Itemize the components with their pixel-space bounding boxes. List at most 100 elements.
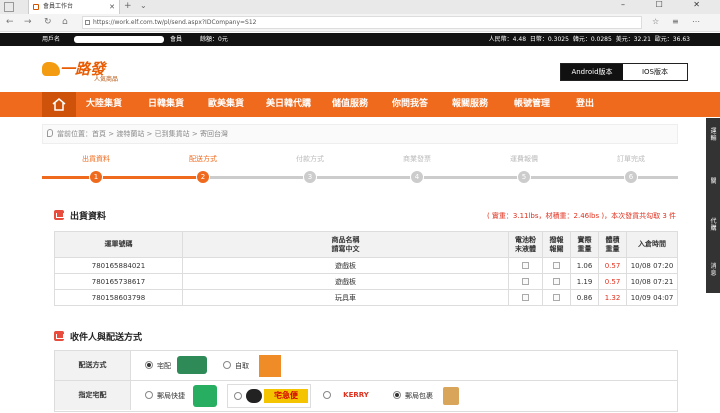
delivery-section-title: 收件人與配送方式 — [70, 333, 143, 343]
carrier-label: 指定宅配 — [55, 381, 131, 410]
shipment-table: 運單號碼 商品名稱 請寫中文 電池粉 末液體 撥報 報關 實際 重量 體積 重量… — [54, 231, 678, 306]
tracking-number: 780165738617 — [54, 273, 183, 290]
tab-title: 會員工作台 — [43, 3, 74, 10]
nav-japan-korea-consolidation[interactable]: 日韓集貨 — [148, 92, 184, 117]
battery-checkbox[interactable] — [522, 278, 529, 285]
delivery-method-label: 配送方式 — [55, 351, 131, 380]
tracking-number: 780158603798 — [54, 289, 183, 306]
step-circle-1: 1 — [89, 170, 103, 184]
post-express-radio[interactable] — [145, 391, 153, 399]
carrier-row: 指定宅配 郵局快捷 宅急便 KERRY 郵局包裹 — [55, 381, 677, 411]
product-name: 遊戲板 — [182, 273, 509, 290]
browser-tab-bar: 會員工作台 ✕ + ⌄ – ☐ ✕ — [0, 0, 720, 14]
nav-china-consolidation[interactable]: 大陸集貨 — [86, 92, 122, 117]
home-icon[interactable]: ⌂ — [62, 17, 68, 27]
kerry-radio[interactable] — [323, 391, 331, 399]
new-tab-icon[interactable]: + — [124, 1, 132, 11]
refresh-icon[interactable]: ↻ — [44, 17, 52, 27]
android-app-button[interactable]: Android版本 — [561, 64, 623, 80]
col-actual-weight: 實際 重量 — [570, 231, 599, 258]
customs-cell — [542, 273, 571, 290]
home-nav-icon — [52, 98, 66, 111]
url-text: https://work.elf.com.tw/pl/send.aspx?IDC… — [93, 19, 257, 26]
home-delivery-radio[interactable] — [145, 361, 153, 369]
tcat-option[interactable]: 宅急便 — [227, 384, 311, 408]
step-label-3: 付款方式 — [296, 155, 324, 163]
battery-checkbox[interactable] — [522, 262, 529, 269]
reading-list-icon[interactable]: ≡ — [672, 17, 679, 26]
nav-faq[interactable]: 你問我答 — [392, 92, 428, 117]
actual-weight: 0.86 — [570, 289, 599, 306]
mascot-icon — [42, 62, 60, 76]
volume-weight: 1.32 — [598, 289, 627, 306]
post-parcel-radio[interactable] — [393, 391, 401, 399]
sidebar-item-shipping[interactable]: 運輸 — [709, 128, 718, 142]
right-floating-sidebar: 運輸 關 代購 消息 — [706, 118, 720, 293]
back-icon[interactable]: ← — [6, 17, 14, 27]
table-row: 780158603798 玩具車 0.86 1.32 10/09 04:07 — [54, 289, 678, 306]
step-circle-6: 6 — [624, 170, 638, 184]
post-parcel-label[interactable]: 郵局包裹 — [405, 391, 433, 401]
favorites-icon[interactable]: ☆ — [652, 17, 659, 26]
sidebar-item-news[interactable]: 消息 — [709, 263, 718, 277]
arrival-time: 10/08 07:20 — [626, 257, 678, 274]
tab-menu-icon[interactable]: ⌄ — [140, 1, 147, 10]
customs-checkbox[interactable] — [553, 278, 560, 285]
col-volume-weight: 體積 重量 — [598, 231, 627, 258]
tab-close-icon[interactable]: ✕ — [109, 0, 115, 14]
site-logo[interactable]: 一路發 人気商品 — [42, 54, 122, 84]
self-pickup-label[interactable]: 自取 — [235, 361, 249, 371]
actual-weight: 1.19 — [570, 273, 599, 290]
nav-customs[interactable]: 報關服務 — [452, 92, 488, 117]
nav-account[interactable]: 帳號管理 — [514, 92, 550, 117]
col-customs: 撥報 報關 — [542, 231, 571, 258]
arrival-time: 10/08 07:21 — [626, 273, 678, 290]
product-name: 遊戲板 — [182, 257, 509, 274]
post-express-logo-icon — [193, 385, 217, 407]
kerry-logo: KERRY — [343, 391, 369, 399]
browser-tab[interactable]: 會員工作台 ✕ — [28, 0, 120, 14]
step-circle-5: 5 — [517, 170, 531, 184]
step-label-4: 商業發票 — [403, 155, 431, 163]
volume-weight: 0.57 — [598, 273, 627, 290]
balance-text: 餘額：0元 — [200, 36, 228, 43]
tabs-overview-icon[interactable] — [4, 2, 14, 12]
nav-logout[interactable]: 登出 — [576, 92, 594, 117]
breadcrumb-text[interactable]: 當前位置：首頁 > 渡特蘭站 > 已到集貨站 > 寄回台灣 — [57, 130, 228, 138]
home-button[interactable] — [42, 92, 76, 117]
step-label-2: 配送方式 — [189, 155, 217, 163]
battery-cell — [508, 289, 543, 306]
sidebar-item-customs[interactable]: 關 — [709, 178, 718, 185]
ios-app-button[interactable]: IOS版本 — [623, 64, 687, 80]
step-label-6: 訂單完成 — [617, 155, 645, 163]
step-label-1: 出貨資料 — [82, 155, 110, 163]
tcat-radio[interactable] — [234, 392, 242, 400]
top-info-bar: 用戶名 會員 餘額：0元 人民幣：4.48 日幣：0.3025 韓元：0.028… — [0, 33, 720, 46]
customs-checkbox[interactable] — [553, 262, 560, 269]
main-navigation: 大陸集貨 日韓集貨 歐美集貨 美日韓代購 儲值服務 你問我答 報關服務 帳號管理… — [0, 92, 720, 117]
table-row: 780165738617 遊戲板 1.19 0.57 10/08 07:21 — [54, 273, 678, 290]
customs-cell — [542, 289, 571, 306]
tracking-number: 780165884021 — [54, 257, 183, 274]
nav-top-up[interactable]: 儲值服務 — [332, 92, 368, 117]
window-controls[interactable]: – ☐ ✕ — [621, 0, 714, 9]
breadcrumb: 當前位置：首頁 > 渡特蘭站 > 已到集貨站 > 寄回台灣 — [42, 124, 678, 144]
location-pin-icon — [47, 129, 53, 137]
battery-cell — [508, 273, 543, 290]
forward-icon[interactable]: → — [24, 17, 32, 27]
customs-checkbox[interactable] — [553, 294, 560, 301]
self-pickup-radio[interactable] — [223, 361, 231, 369]
post-express-label[interactable]: 郵局快捷 — [157, 391, 185, 401]
battery-checkbox[interactable] — [522, 294, 529, 301]
nav-purchasing-agent[interactable]: 美日韓代購 — [266, 92, 311, 117]
nav-euro-us-consolidation[interactable]: 歐美集貨 — [208, 92, 244, 117]
sidebar-item-purchasing[interactable]: 代購 — [709, 218, 718, 232]
menu-icon[interactable]: ⋯ — [692, 17, 700, 26]
url-input[interactable]: https://work.elf.com.tw/pl/send.aspx?IDC… — [82, 16, 642, 29]
shipment-section-title: 出貨資料 — [70, 212, 107, 222]
username-label: 用戶名 — [42, 36, 61, 43]
col-product-name: 商品名稱 請寫中文 — [182, 231, 509, 258]
delivery-truck-icon — [177, 356, 207, 374]
home-delivery-label[interactable]: 宅配 — [157, 361, 171, 371]
step-circle-4: 4 — [410, 170, 424, 184]
